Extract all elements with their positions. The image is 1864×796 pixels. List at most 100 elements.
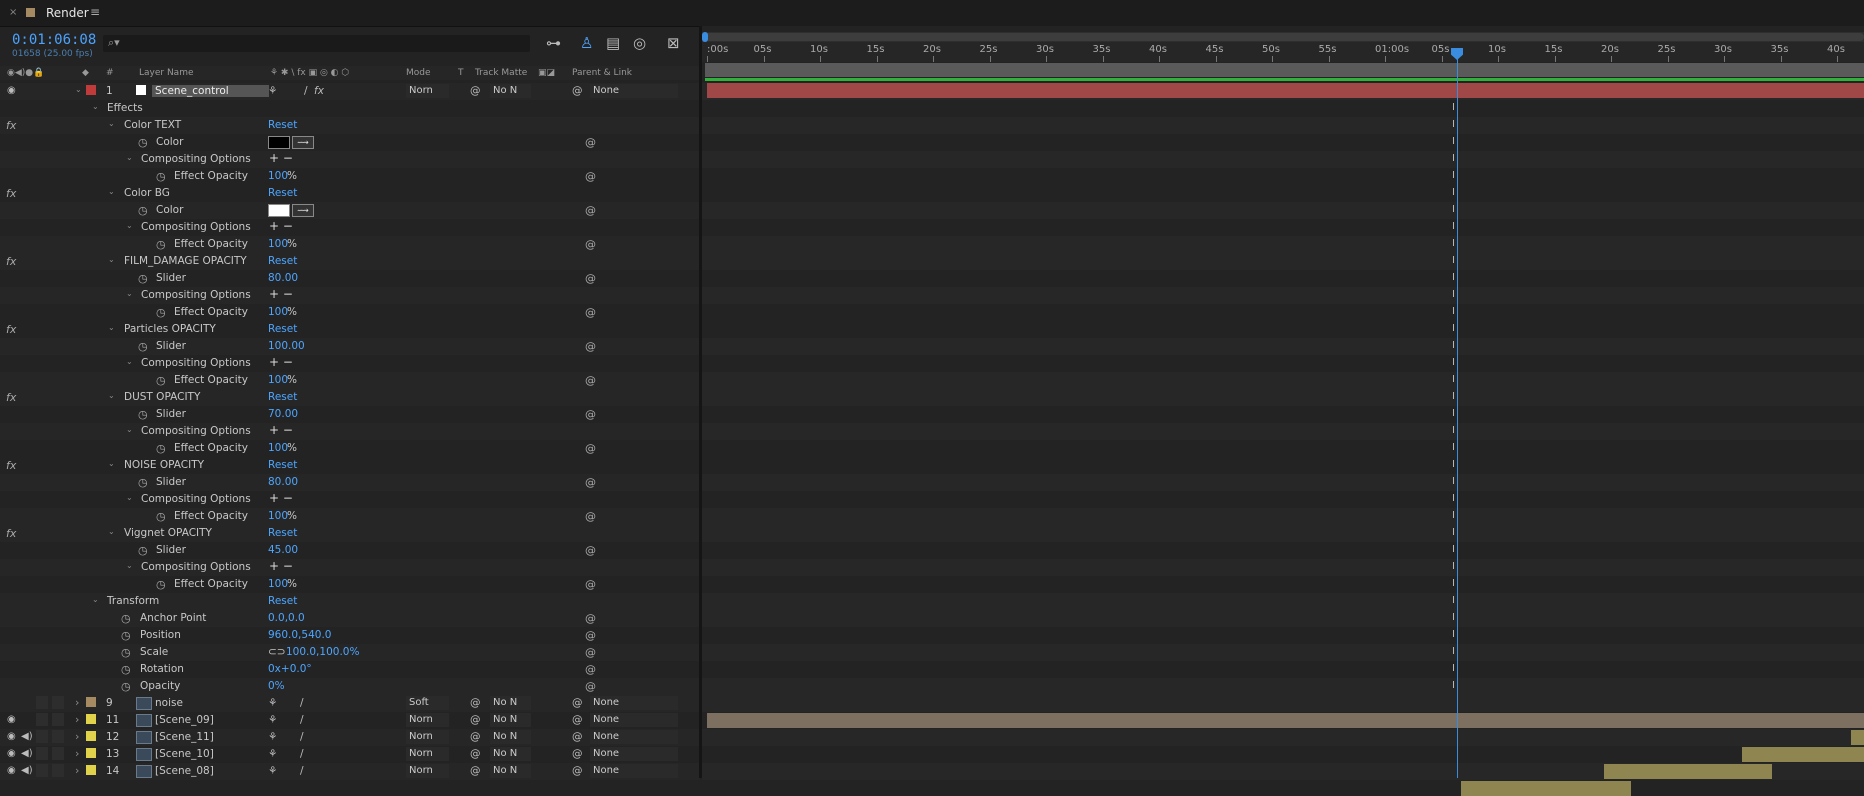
audio-speaker-icon[interactable]: ◀) <box>21 765 33 776</box>
expression-pickwhip-icon[interactable]: @ <box>585 442 596 455</box>
compositing-collapse-icon[interactable]: ⌄ <box>126 357 133 366</box>
parent-pickwhip-icon[interactable]: @ <box>572 748 583 760</box>
layer-duration-bar[interactable] <box>1742 747 1864 762</box>
layer-duration-bar[interactable] <box>1851 730 1864 745</box>
mode-dropdown[interactable]: Norn <box>406 730 449 744</box>
compositing-collapse-icon[interactable]: ⌄ <box>126 289 133 298</box>
stopwatch-icon[interactable]: ◷ <box>156 170 166 183</box>
add-remove-mask-icon[interactable]: + − <box>269 559 293 573</box>
shy-layers-icon[interactable]: ♙ <box>580 34 593 52</box>
lock-switch[interactable] <box>52 696 64 709</box>
track-matte-dropdown[interactable]: No N <box>490 730 531 744</box>
shy-switch-icon[interactable]: ⚘ <box>268 765 277 777</box>
quality-switch-icon[interactable]: / <box>300 765 304 777</box>
parent-pickwhip-icon[interactable]: @ <box>572 85 583 97</box>
label-color-swatch[interactable] <box>86 697 96 707</box>
effect-name[interactable]: Particles OPACITY <box>124 323 216 335</box>
shy-switch-icon[interactable]: ⚘ <box>268 85 277 97</box>
mode-dropdown[interactable]: Norn <box>406 713 449 727</box>
effect-param-value[interactable]: 100.00 <box>268 340 305 352</box>
shy-switch-icon[interactable]: ⚘ <box>268 731 277 743</box>
effect-collapse-icon[interactable]: ⌄ <box>108 255 115 264</box>
stopwatch-icon[interactable]: ◷ <box>138 340 148 353</box>
track-matte-dropdown[interactable]: No N <box>490 84 531 98</box>
quality-switch-icon[interactable]: / <box>300 697 304 709</box>
layer-duration-bar[interactable] <box>707 713 1864 728</box>
quality-switch-icon[interactable]: / <box>304 85 308 97</box>
track-matte-dropdown[interactable]: No N <box>490 713 531 727</box>
layer-name[interactable]: [Scene_10] <box>155 748 214 760</box>
effect-opacity-value[interactable]: 100 <box>268 306 288 318</box>
shy-switch-icon[interactable]: ⚘ <box>268 697 277 709</box>
effect-reset-link[interactable]: Reset <box>268 459 297 471</box>
eyedropper-icon[interactable]: ⟿ <box>292 204 314 217</box>
add-remove-mask-icon[interactable]: + − <box>269 423 293 437</box>
fx-icon[interactable]: fx <box>6 187 16 200</box>
transform-prop-value[interactable]: 0% <box>268 680 285 692</box>
expand-toggle-icon[interactable]: › <box>75 730 79 743</box>
effect-name[interactable]: DUST OPACITY <box>124 391 200 403</box>
effect-opacity-value[interactable]: 100 <box>268 238 288 250</box>
layer-search-input[interactable]: ⌕▾ <box>103 35 530 52</box>
fx-icon[interactable]: fx <box>6 527 16 540</box>
compositing-collapse-icon[interactable]: ⌄ <box>126 561 133 570</box>
layer-name[interactable]: [Scene_11] <box>155 731 214 743</box>
stopwatch-icon[interactable]: ◷ <box>156 442 166 455</box>
expand-toggle-icon[interactable]: › <box>75 747 79 760</box>
layer-name[interactable]: noise <box>155 697 183 709</box>
stopwatch-icon[interactable]: ◷ <box>121 612 131 625</box>
track-matte-dropdown[interactable]: No N <box>490 747 531 761</box>
lock-switch[interactable] <box>52 747 64 760</box>
effect-name[interactable]: Viggnet OPACITY <box>124 527 212 539</box>
label-color-swatch[interactable] <box>86 714 96 724</box>
layer-duration-bar[interactable] <box>1604 764 1772 779</box>
effect-opacity-value[interactable]: 100 <box>268 170 288 182</box>
video-visibility-icon[interactable]: ◉ <box>7 85 16 96</box>
video-visibility-icon[interactable]: ◉ <box>7 714 16 725</box>
effect-opacity-value[interactable]: 100 <box>268 374 288 386</box>
layer-name[interactable]: [Scene_08] <box>155 765 214 777</box>
layer-duration-bar[interactable] <box>1461 781 1631 796</box>
effects-collapse-icon[interactable]: ⌄ <box>92 102 99 111</box>
expression-pickwhip-icon[interactable]: @ <box>585 408 596 421</box>
track-matte-icon[interactable]: @ <box>470 85 481 97</box>
layer-1-duration-bar[interactable] <box>707 83 1864 98</box>
quality-switch-icon[interactable]: / <box>300 748 304 760</box>
effect-param-value[interactable]: 45.00 <box>268 544 298 556</box>
color-swatch[interactable] <box>268 136 290 149</box>
expression-pickwhip-icon[interactable]: @ <box>585 306 596 319</box>
effect-opacity-value[interactable]: 100 <box>268 578 288 590</box>
layer-name[interactable]: [Scene_09] <box>155 714 214 726</box>
effect-collapse-icon[interactable]: ⌄ <box>108 323 115 332</box>
expression-pickwhip-icon[interactable]: @ <box>585 680 596 693</box>
effect-collapse-icon[interactable]: ⌄ <box>108 187 115 196</box>
expression-pickwhip-icon[interactable]: @ <box>585 646 596 659</box>
expand-toggle-icon[interactable]: › <box>75 713 79 726</box>
parent-pickwhip-icon[interactable]: @ <box>572 697 583 709</box>
quality-switch-icon[interactable]: / <box>300 714 304 726</box>
add-remove-mask-icon[interactable]: + − <box>269 151 293 165</box>
expression-pickwhip-icon[interactable]: @ <box>585 238 596 251</box>
audio-speaker-icon[interactable]: ◀) <box>21 731 33 742</box>
expression-pickwhip-icon[interactable]: @ <box>585 663 596 676</box>
effect-collapse-icon[interactable]: ⌄ <box>108 527 115 536</box>
current-timecode[interactable]: 0:01:06:08 <box>12 32 96 48</box>
graph-editor-icon[interactable]: ⊠ <box>667 34 680 52</box>
solo-switch[interactable] <box>36 713 48 726</box>
stopwatch-icon[interactable]: ◷ <box>121 629 131 642</box>
expand-toggle-icon[interactable]: › <box>75 696 79 709</box>
stopwatch-icon[interactable]: ◷ <box>138 544 148 557</box>
panel-title[interactable]: Render <box>46 6 89 20</box>
parent-dropdown[interactable]: None <box>590 713 678 727</box>
label-color-swatch[interactable] <box>86 85 96 95</box>
track-matte-icon[interactable]: @ <box>470 697 481 709</box>
mode-dropdown[interactable]: Soft <box>406 696 449 710</box>
effect-collapse-icon[interactable]: ⌄ <box>108 459 115 468</box>
track-matte-icon[interactable]: @ <box>470 765 481 777</box>
track-matte-dropdown[interactable]: No N <box>490 696 531 710</box>
add-remove-mask-icon[interactable]: + − <box>269 219 293 233</box>
panel-menu-icon[interactable]: ≡ <box>90 5 100 19</box>
parent-dropdown[interactable]: None <box>590 696 678 710</box>
constrain-proportions-icon[interactable]: ⊂⊃ <box>268 646 286 658</box>
transform-collapse-icon[interactable]: ⌄ <box>92 595 99 604</box>
